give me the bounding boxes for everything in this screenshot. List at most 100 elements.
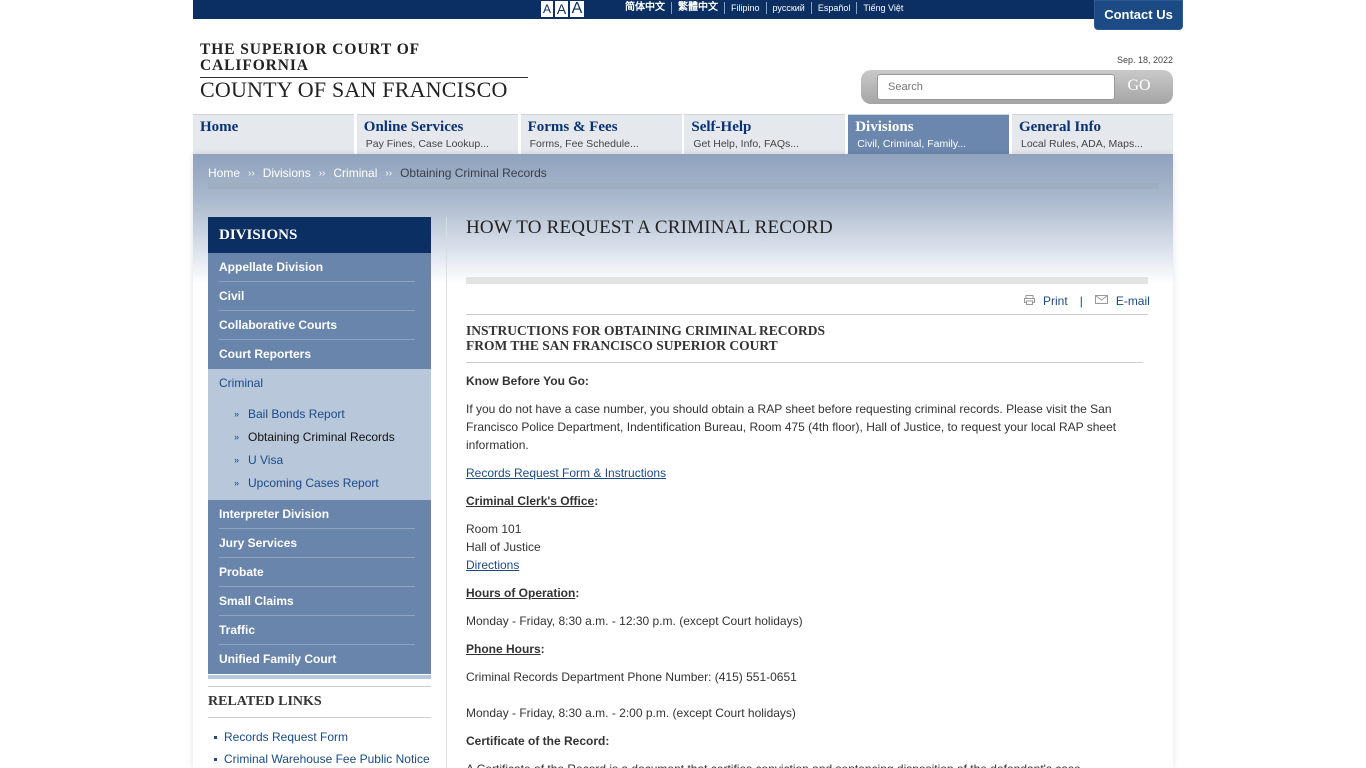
nav-title: Online Services [363,119,464,135]
tools-separator: | [1079,294,1083,308]
nav-subtitle: Local Rules, ADA, Maps... [1020,138,1143,150]
sidebar-item-probate[interactable]: Probate [219,558,415,587]
sidebar-subitem-upcoming-cases-report[interactable]: » Upcoming Cases Report [208,471,431,494]
font-size-small-button[interactable]: A [540,0,554,18]
nav-title: Forms & Fees [527,119,618,135]
nav-home[interactable]: Home [193,114,354,154]
nav-online-services[interactable]: Online Services Pay Fines, Case Lookup..… [356,114,518,154]
sidebar-item-interpreter-division[interactable]: Interpreter Division [219,500,415,529]
sidebar-subitem-label: Obtaining Criminal Records [248,429,395,444]
nav-self-help[interactable]: Self-Help Get Help, Info, FAQs... [684,114,846,154]
search-input[interactable] [877,74,1115,100]
email-link[interactable]: E-mail [1116,294,1150,308]
sidebar-item-traffic[interactable]: Traffic [219,616,415,645]
records-request-link[interactable]: Records Request Form & Instructions [466,466,666,480]
search-go-button[interactable]: GO [1117,74,1161,100]
language-link-spanish[interactable]: Español [812,2,858,14]
nav-subtitle: Get Help, Info, FAQs... [693,138,800,150]
language-link-traditional-chinese[interactable]: 繁體中文 [672,2,725,14]
breadcrumb-criminal[interactable]: Criminal [333,166,377,182]
current-date: Sep. 18, 2022 [1116,55,1173,65]
chevron-right-icon: » [234,454,240,465]
language-link-vietnamese[interactable]: Tiếng Việt [857,2,909,14]
font-size-controls: A A A [540,0,585,18]
nav-subtitle: Forms, Fee Schedule... [529,138,639,150]
envelope-icon[interactable] [1094,295,1108,307]
contact-us-button[interactable]: Contact Us [1094,0,1183,30]
sidebar-subitem-u-visa[interactable]: » U Visa [208,448,431,471]
sidebar-menu: Appellate Division Civil Collaborative C… [208,253,431,674]
nav-forms-fees[interactable]: Forms & Fees Forms, Fee Schedule... [520,114,682,154]
breadcrumb-rule [208,183,1159,189]
main-nav: Home Online Services Pay Fines, Case Loo… [193,114,1173,154]
print-link[interactable]: Print [1043,294,1068,308]
instructions-heading-line-2: FROM THE SAN FRANCISCO SUPERIOR COURT [466,338,778,353]
main-content: Know Before You Go: If you do not have a… [466,372,1146,768]
directions-link[interactable]: Directions [466,558,519,572]
chevron-right-icon: » [234,431,240,442]
know-before-heading: Know Before You Go: [466,374,589,388]
breadcrumb-separator: ›› [318,168,326,179]
title-rule [466,277,1148,284]
language-link-filipino[interactable]: Filipino [725,2,767,14]
phone-hours-text: Monday - Friday, 8:30 a.m. - 2:00 p.m. (… [466,706,796,720]
sidebar-subitem-label: Upcoming Cases Report [248,475,379,490]
sidebar-item-collaborative-courts[interactable]: Collaborative Courts [219,311,415,340]
logo-line-2: COUNTY OF SAN FRANCISCO [200,77,508,102]
tools-rule [466,314,1148,315]
nav-divisions[interactable]: Divisions Civil, Criminal, Family... [848,114,1010,154]
certificate-heading: Certificate of the Record: [466,734,610,748]
sidebar-item-unified-family-court[interactable]: Unified Family Court [219,645,415,674]
nav-title: Divisions [855,119,914,135]
sidebar-subitem-label: U Visa [248,452,284,467]
page-tools: Print | E-mail [1024,294,1150,308]
sidebar-item-civil[interactable]: Civil [219,282,415,311]
breadcrumb-separator: ›› [385,168,393,179]
hours-heading-row: Hours of Operation: [466,586,580,600]
breadcrumb-current: Obtaining Criminal Records [400,166,547,180]
sidebar-item-small-claims[interactable]: Small Claims [219,587,415,616]
nav-title: General Info [1018,119,1102,135]
clerk-heading-row: Criminal Clerk's Office: [466,494,599,508]
logo-line-1: THE SUPERIOR COURT OF CALIFORNIA [200,42,528,78]
clerk-heading: Criminal Clerk's Office [466,494,595,508]
bullet-icon [214,735,217,739]
related-links-rule [208,717,431,718]
related-links-list: Records Request Form Criminal Warehouse … [214,726,430,768]
sidebar-subitem-label: Bail Bonds Report [248,406,345,421]
breadcrumb-divisions[interactable]: Divisions [263,166,311,182]
nav-general-info[interactable]: General Info Local Rules, ADA, Maps... [1011,114,1173,154]
language-link-simplified-chinese[interactable]: 简体中文 [625,2,672,14]
nav-subtitle: Pay Fines, Case Lookup... [365,138,489,150]
sidebar-item-appellate-division[interactable]: Appellate Division [219,253,415,282]
font-size-medium-button[interactable]: A [554,0,569,18]
language-link-russian[interactable]: русский [767,2,812,14]
court-logo[interactable]: THE SUPERIOR COURT OF CALIFORNIA COUNTY … [200,42,528,101]
sidebar-subitem-obtaining-criminal-records[interactable]: » Obtaining Criminal Records [208,425,431,448]
hours-text: Monday - Friday, 8:30 a.m. - 12:30 p.m. … [466,614,803,628]
printer-icon[interactable] [1024,294,1035,308]
nav-title: Self-Help [691,119,752,135]
sidebar-subitem-bail-bonds-report[interactable]: » Bail Bonds Report [208,402,431,425]
font-size-large-button[interactable]: A [569,0,585,18]
sidebar-item-jury-services[interactable]: Jury Services [219,529,415,558]
language-links: 简体中文 繁體中文 Filipino русский Español Tiếng… [625,2,909,14]
related-link-warehouse-fee-notice[interactable]: Criminal Warehouse Fee Public Notice [214,748,430,768]
phone-heading-row: Phone Hours: [466,642,545,656]
column-divider [446,217,447,768]
instructions-heading: INSTRUCTIONS FOR OBTAINING CRIMINAL RECO… [466,323,825,353]
sidebar-bottom-rule [208,675,431,679]
breadcrumb-home[interactable]: Home [208,166,240,182]
phone-number-text: Criminal Records Department Phone Number… [466,670,797,684]
phone-heading: Phone Hours [466,642,541,656]
nav-title: Home [200,119,239,135]
sidebar-item-court-reporters[interactable]: Court Reporters [219,340,415,369]
related-link-records-request-form[interactable]: Records Request Form [214,726,430,748]
chevron-right-icon: » [234,408,240,419]
related-links-heading: RELATED LINKS [208,686,431,710]
sidebar-submenu: » Bail Bonds Report » Obtaining Criminal… [208,399,431,500]
room-text: Room 101 [466,522,522,536]
breadcrumb: Home ›› Divisions ›› Criminal ›› Obtaini… [208,166,547,182]
bullet-icon [214,757,217,761]
sidebar-item-criminal[interactable]: Criminal [208,369,431,399]
